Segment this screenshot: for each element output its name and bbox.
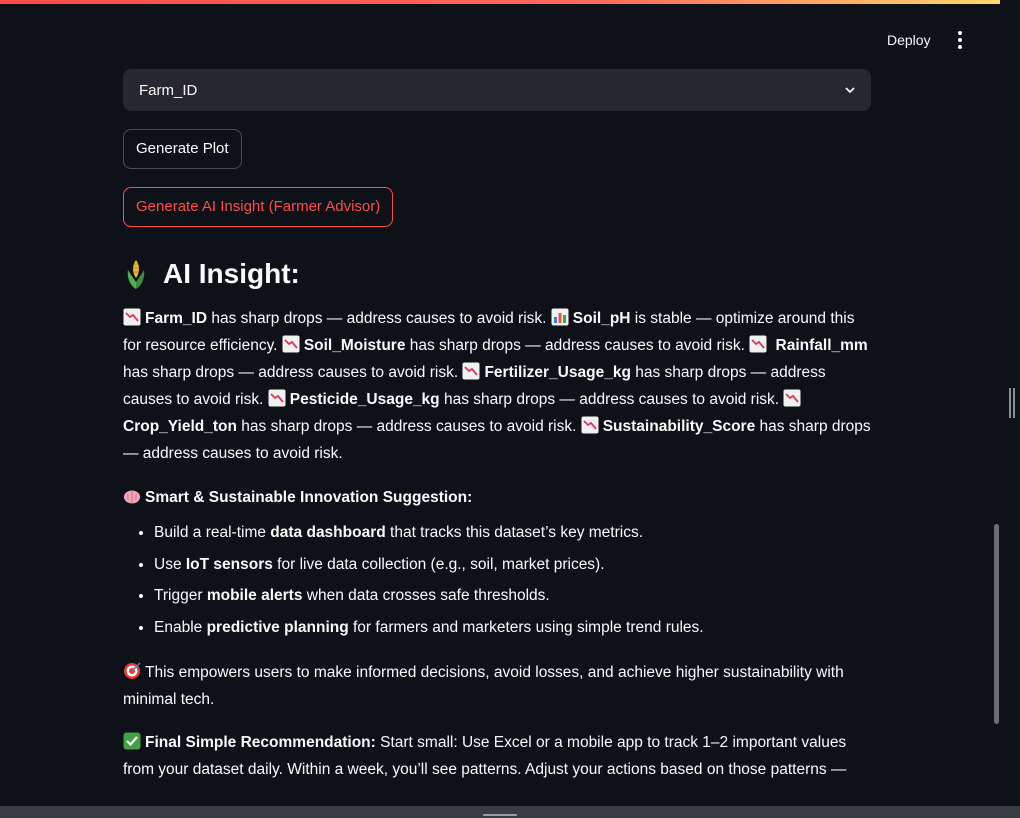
chart-decreasing-icon: [783, 389, 801, 407]
list-item: Trigger mobile alerts when data crosses …: [154, 580, 871, 612]
list-item: Build a real-time data dashboard that tr…: [154, 517, 871, 549]
metric-pesticide: Pesticide_Usage_kg: [289, 391, 440, 408]
suggestion-list: Build a real-time data dashboard that tr…: [123, 517, 871, 643]
generate-insight-button[interactable]: Generate AI Insight (Farmer Advisor): [123, 187, 394, 227]
chart-decreasing-icon: [268, 389, 286, 407]
metric-soil-moisture: Soil_Moisture: [303, 337, 406, 354]
insight-text: has sharp drops — address causes to avoi…: [207, 310, 551, 327]
empowers-paragraph: This empowers users to make informed dec…: [123, 662, 844, 709]
metric-rainfall: Rainfall_mm: [775, 337, 868, 354]
chart-decreasing-icon: [581, 416, 599, 434]
insight-paragraph: Farm_ID has sharp drops — address causes…: [123, 305, 871, 467]
column-select-value: Farm_ID: [139, 81, 198, 99]
page-scrollbar-thumb[interactable]: [994, 524, 999, 724]
list-item: Use IoT sensors for live data collection…: [154, 549, 871, 581]
resize-handle-icon[interactable]: [1009, 388, 1015, 418]
deploy-button[interactable]: Deploy: [875, 28, 943, 52]
bottom-drag-handle[interactable]: [483, 814, 517, 816]
main-menu-icon[interactable]: [948, 28, 972, 52]
metric-fertilizer: Fertilizer_Usage_kg: [484, 364, 631, 381]
chevron-down-icon: [845, 87, 855, 94]
bar-chart-icon: [551, 308, 569, 326]
column-select[interactable]: Farm_ID: [123, 69, 871, 111]
insight-title: AI Insight:: [163, 258, 300, 289]
top-progress-bar: [0, 0, 1000, 4]
insight-text: has sharp drops — address causes to avoi…: [236, 418, 581, 435]
recommendation-paragraph: Final Simple Recommendation: Start small…: [123, 732, 847, 779]
main-content: Farm_ID Generate Plot Generate AI Insigh…: [123, 69, 871, 783]
generate-plot-button[interactable]: Generate Plot: [123, 129, 242, 169]
list-item: Enable predictive planning for farmers a…: [154, 612, 871, 644]
metric-soil-ph: Soil_pH: [572, 310, 631, 327]
insight-text: has sharp drops — address causes to avoi…: [123, 364, 463, 381]
chart-decreasing-icon: [462, 362, 480, 380]
chart-decreasing-icon: [282, 335, 300, 353]
chart-decreasing-icon: [749, 335, 767, 353]
insight-text: has sharp drops — address causes to avoi…: [439, 391, 784, 408]
brain-icon: [124, 490, 140, 504]
metric-farm-id: Farm_ID: [145, 310, 208, 327]
metric-crop-yield: Crop_Yield_ton: [123, 418, 237, 435]
chart-decreasing-icon: [123, 308, 141, 326]
bottom-panel-bar: [0, 806, 1020, 818]
metric-sustainability: Sustainability_Score: [602, 418, 756, 435]
corn-icon: [127, 260, 145, 289]
insight-heading: AI Insight:: [123, 253, 871, 295]
check-mark-icon: [123, 732, 141, 750]
insight-text: has sharp drops — address causes to avoi…: [405, 337, 750, 354]
target-icon: [124, 662, 141, 680]
suggestion-heading: Smart & Sustainable Innovation Suggestio…: [123, 484, 871, 511]
